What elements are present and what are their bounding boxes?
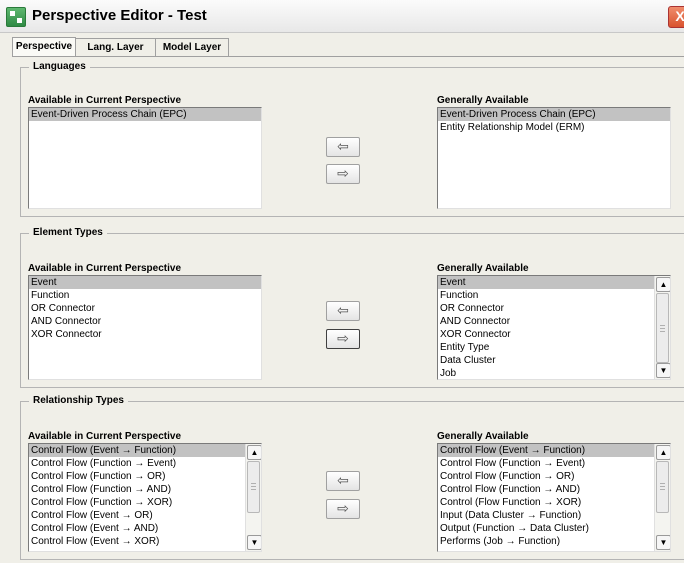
list-item[interactable]: Performs (Job → Function) (438, 535, 670, 548)
element-types-available-label: Available in Current Perspective (28, 263, 182, 274)
list-item[interactable]: OR Connector (438, 302, 670, 315)
list-item[interactable]: Control Flow (Function → OR) (29, 470, 261, 483)
tab-perspective[interactable]: Perspective (12, 37, 76, 57)
languages-available-label: Available in Current Perspective (28, 95, 182, 106)
languages-general-label: Generally Available (437, 95, 529, 106)
list-item[interactable]: XOR Connector (438, 328, 670, 341)
element-types-general-label: Generally Available (437, 263, 529, 274)
list-item[interactable]: Job (438, 367, 670, 379)
list-item[interactable]: Input (Data Cluster → Function) (438, 509, 670, 522)
list-item[interactable]: XOR Connector (29, 328, 261, 341)
element-types-general-list[interactable]: Event Function OR Connector AND Connecto… (437, 275, 671, 380)
scroll-up-icon[interactable]: ▲ (656, 445, 670, 460)
list-item[interactable]: Event-Driven Process Chain (EPC) (438, 108, 670, 121)
languages-group: Languages Available in Current Perspecti… (20, 61, 684, 217)
move-right-button[interactable]: ⇨ (326, 499, 360, 519)
list-item[interactable]: AND Connector (438, 315, 670, 328)
move-right-button[interactable]: ⇨ (326, 329, 360, 349)
relationship-types-legend: Relationship Types (29, 395, 128, 406)
title-bar: Perspective Editor - Test X (0, 0, 684, 33)
list-item[interactable]: AND Connector (29, 315, 261, 328)
list-item[interactable]: Data Cluster (438, 354, 670, 367)
list-item[interactable]: Control Flow (Function → XOR) (29, 496, 261, 509)
list-item[interactable]: Entity Type (438, 341, 670, 354)
relationship-types-available-label: Available in Current Perspective (28, 431, 182, 442)
element-types-group: Element Types Available in Current Persp… (20, 227, 684, 388)
list-item[interactable]: Function (438, 289, 670, 302)
list-item[interactable]: Output (Function → Data Cluster) (438, 522, 670, 535)
tab-lang-layer[interactable]: Lang. Layer (75, 38, 156, 56)
move-right-button[interactable]: ⇨ (326, 164, 360, 184)
list-item[interactable]: Entity Relationship Model (ERM) (438, 121, 670, 134)
list-item[interactable]: Control Flow (Function → Event) (438, 457, 670, 470)
relationship-types-available-list[interactable]: Control Flow (Event → Function) Control … (28, 443, 262, 552)
scroll-down-icon[interactable]: ▼ (656, 363, 670, 378)
list-item[interactable]: Control Flow (Event → OR) (29, 509, 261, 522)
list-item[interactable]: Control Flow (Function → OR) (438, 470, 670, 483)
list-item[interactable]: Control (Flow Function → XOR) (438, 496, 670, 509)
element-types-available-list[interactable]: Event Function OR Connector AND Connecto… (28, 275, 262, 380)
move-left-button[interactable]: ⇦ (326, 301, 360, 321)
list-item[interactable]: Event-Driven Process Chain (EPC) (29, 108, 261, 121)
list-item[interactable]: Control Flow (Function → AND) (438, 483, 670, 496)
scroll-down-icon[interactable]: ▼ (656, 535, 670, 550)
scroll-thumb[interactable] (656, 461, 669, 513)
list-item[interactable]: Control Flow (Event → Function) (438, 444, 670, 457)
list-item[interactable]: Event (29, 276, 261, 289)
languages-general-list[interactable]: Event-Driven Process Chain (EPC) Entity … (437, 107, 671, 209)
vertical-scrollbar[interactable]: ▲ ▼ (654, 276, 670, 379)
list-item[interactable]: Control Flow (Event → XOR) (29, 535, 261, 548)
tab-divider (12, 56, 684, 57)
scroll-up-icon[interactable]: ▲ (656, 277, 670, 292)
scroll-thumb[interactable] (247, 461, 260, 513)
list-item[interactable]: Control Flow (Event → Function) (29, 444, 261, 457)
scroll-thumb[interactable] (656, 293, 669, 363)
close-button[interactable]: X (668, 6, 684, 28)
relationship-types-general-list[interactable]: Control Flow (Event → Function) Control … (437, 443, 671, 552)
scroll-up-icon[interactable]: ▲ (247, 445, 261, 460)
relationship-types-general-label: Generally Available (437, 431, 529, 442)
relationship-types-group: Relationship Types Available in Current … (20, 395, 684, 560)
tab-model-layer[interactable]: Model Layer (155, 38, 229, 56)
vertical-scrollbar[interactable]: ▲ ▼ (654, 444, 670, 551)
list-item[interactable]: Function (29, 289, 261, 302)
languages-legend: Languages (29, 61, 90, 72)
window-title: Perspective Editor - Test (32, 7, 207, 24)
list-item[interactable]: OR Connector (29, 302, 261, 315)
list-item[interactable]: Control Flow (Event → AND) (29, 522, 261, 535)
scroll-down-icon[interactable]: ▼ (247, 535, 261, 550)
languages-available-list[interactable]: Event-Driven Process Chain (EPC) (28, 107, 262, 209)
list-item[interactable]: Control Flow (Function → Event) (29, 457, 261, 470)
move-left-button[interactable]: ⇦ (326, 471, 360, 491)
element-types-legend: Element Types (29, 227, 107, 238)
vertical-scrollbar[interactable]: ▲ ▼ (245, 444, 261, 551)
list-item[interactable]: Event (438, 276, 670, 289)
move-left-button[interactable]: ⇦ (326, 137, 360, 157)
list-item[interactable]: Control Flow (Function → AND) (29, 483, 261, 496)
app-icon (6, 7, 26, 27)
